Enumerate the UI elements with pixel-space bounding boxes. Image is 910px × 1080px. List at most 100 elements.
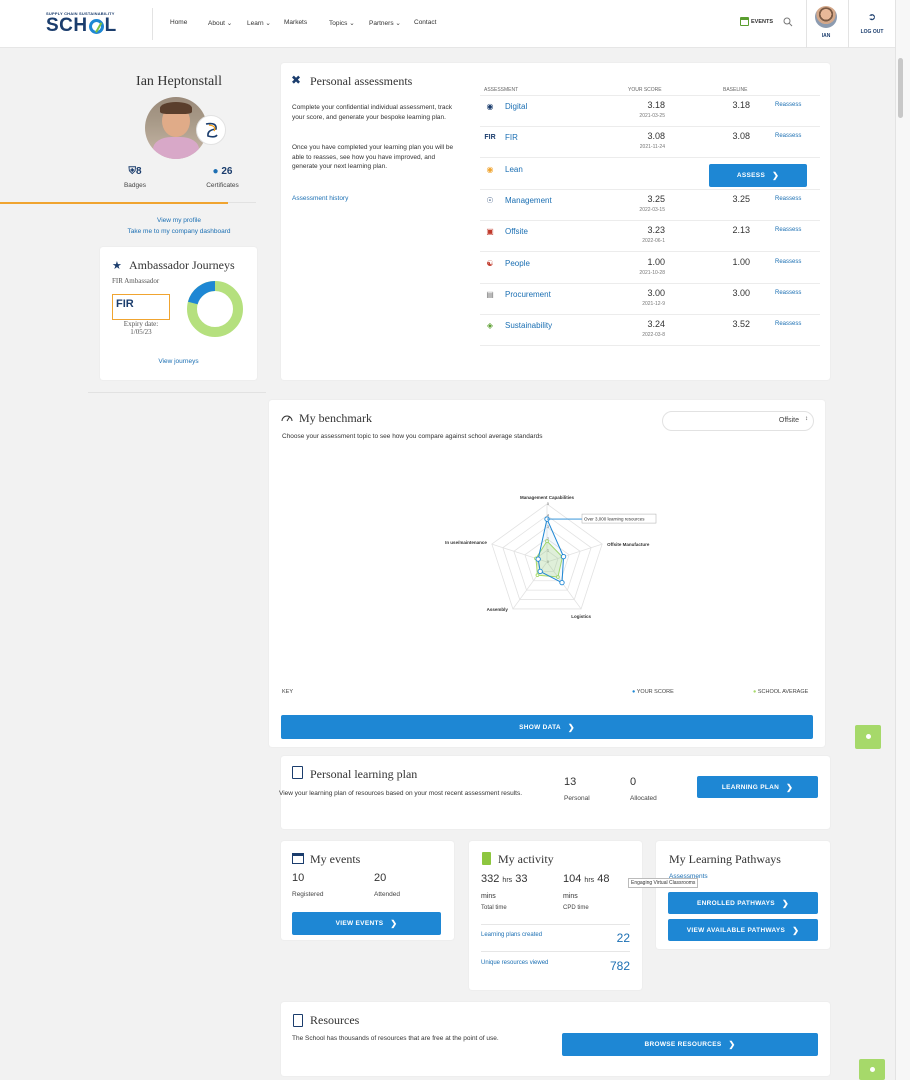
certificates-count: 26	[221, 166, 233, 177]
document-icon: ▤	[486, 289, 494, 299]
profile-divider	[228, 202, 256, 203]
reassess-link[interactable]: Reassess	[775, 321, 801, 327]
floating-help-button-bottom[interactable]	[859, 1059, 885, 1080]
assessment-name[interactable]: Sustainability	[505, 321, 552, 330]
assessment-name[interactable]: Digital	[505, 102, 527, 111]
resources-title: Resources	[310, 1013, 360, 1027]
reassess-link[interactable]: Reassess	[775, 102, 801, 108]
scrollbar-thumb[interactable]	[898, 58, 903, 118]
lean-icon: ◉	[486, 164, 494, 174]
unique-resources-label[interactable]: Unique resources viewed	[481, 960, 548, 966]
legend-school-average-dot: ●	[753, 689, 757, 695]
profile-badge-logo-icon	[196, 115, 226, 145]
available-pathways-button[interactable]: VIEW AVAILABLE PATHWAYS ❯	[668, 919, 818, 941]
activity-divider-2	[481, 951, 630, 952]
assessment-date: 2022-03-8	[642, 332, 665, 339]
site-header: SUPPLY CHAIN SUSTAINABILITY SCH L Home A…	[0, 0, 895, 48]
assessments-desc1: Complete your confidential individual as…	[292, 104, 453, 121]
topic-select-value: Offsite	[778, 417, 799, 424]
reassess-link[interactable]: Reassess	[775, 133, 801, 139]
view-journeys-link[interactable]: View journeys	[100, 358, 257, 365]
assess-button[interactable]: ASSESS ❯	[709, 164, 807, 187]
plans-created-label[interactable]: Learning plans created	[481, 932, 542, 938]
nav-partners[interactable]: Partners ⌄	[369, 19, 401, 27]
events-label: EVENTS	[751, 18, 774, 25]
assessment-name[interactable]: People	[505, 259, 530, 268]
certificate-icon: ●	[212, 166, 219, 177]
nav-topics[interactable]: Topics ⌄	[329, 19, 355, 27]
view-profile-link[interactable]: View my profile	[100, 217, 258, 224]
company-dashboard-link[interactable]: Take me to my company dashboard	[100, 228, 258, 235]
view-events-button[interactable]: VIEW EVENTS ❯	[292, 912, 441, 935]
reassess-link[interactable]: Reassess	[775, 196, 801, 202]
reassess-link[interactable]: Reassess	[775, 290, 801, 296]
legend-school-average: ● SCHOOL AVERAGE	[753, 689, 808, 695]
site-logo[interactable]: SUPPLY CHAIN SUSTAINABILITY SCH L	[46, 11, 136, 39]
your-score-point	[560, 553, 567, 560]
assessment-baseline: 3.08	[732, 131, 750, 142]
profile-name: Ian Heptonstall	[136, 74, 222, 89]
nav-about[interactable]: About ⌄	[208, 19, 232, 27]
your-score-point	[535, 556, 541, 562]
expiry-date: 1/05/23	[130, 328, 152, 336]
shield-icon: ⛨	[128, 166, 136, 177]
assessment-date: 2021-11-24	[639, 144, 665, 151]
assessment-score: 1.00	[647, 256, 665, 267]
assessment-name[interactable]: Procurement	[505, 290, 551, 299]
your-score-point	[537, 568, 543, 575]
assessment-name[interactable]: Lean	[505, 165, 523, 174]
floating-help-button[interactable]	[855, 725, 881, 749]
allocated-label: Allocated	[630, 795, 657, 802]
legend-your-score: ● YOUR SCORE	[632, 689, 674, 695]
sidebar-divider	[88, 392, 266, 393]
nav-home[interactable]: Home	[170, 19, 187, 26]
events-card: My events 10 Registered 20 Attended VIEW…	[281, 841, 454, 940]
cpd-time-label: CPD time	[563, 905, 589, 911]
reassess-link[interactable]: Reassess	[775, 259, 801, 265]
events-link[interactable]: EVENTS	[740, 17, 773, 26]
phone-icon	[482, 852, 491, 865]
nav-markets[interactable]: Markets	[284, 19, 307, 26]
radar-axis-label: In use/maintenance	[445, 540, 487, 545]
pathway-tooltip: Engaging Virtual Classrooms	[628, 878, 699, 888]
ambassador-icon: ★	[112, 260, 122, 272]
legend-school-average-label: SCHOOL AVERAGE	[757, 689, 809, 695]
attended-label: Attended	[374, 891, 401, 898]
page-scrollbar[interactable]	[895, 0, 910, 1080]
show-data-button[interactable]: SHOW DATA ❯	[281, 715, 813, 739]
nav-contact[interactable]: Contact	[414, 19, 436, 26]
assessment-history-link[interactable]: Assessment history	[292, 195, 348, 202]
learning-plan-button[interactable]: LEARNING PLAN ❯	[697, 776, 818, 798]
assessment-date: 2021-03-25	[639, 113, 665, 119]
nav-learn[interactable]: Learn ⌄	[247, 19, 271, 27]
assessment-row-digital: ◉ Digital 3.18 2021-03-25 3.18 Reassess	[480, 96, 820, 127]
user-menu[interactable]: IAN	[812, 6, 840, 42]
leaf-icon: ◈	[486, 321, 494, 331]
certificates-stat[interactable]: ● 26 Certificates	[195, 166, 250, 189]
calendar-grid-icon	[292, 853, 304, 864]
badges-stat[interactable]: ⛨8 Badges	[110, 166, 160, 189]
radar-axis-label: Management Capabilities	[520, 495, 575, 500]
enrolled-pathways-button[interactable]: ENROLLED PATHWAYS ❯	[668, 892, 818, 914]
benchmark-title: My benchmark	[299, 411, 372, 425]
journey-progress-ring	[186, 280, 244, 338]
person-icon: ☉	[486, 195, 494, 205]
reassess-link[interactable]: Reassess	[775, 227, 801, 233]
benchmark-desc: Choose your assessment topic to see how …	[282, 433, 543, 440]
header-divider	[152, 8, 153, 40]
assessment-date: 2021-12-9	[642, 300, 665, 307]
assessment-name[interactable]: Management	[505, 196, 552, 205]
logout-button[interactable]: ➲ LOG OUT	[853, 12, 891, 35]
mins-unit: mins	[481, 893, 496, 900]
browse-resources-button[interactable]: BROWSE RESOURCES ❯	[562, 1033, 818, 1056]
fir-logo: FIR	[112, 294, 170, 320]
assessment-baseline: 1.00	[732, 256, 750, 267]
assessment-name[interactable]: Offsite	[505, 227, 528, 236]
assessment-name[interactable]: FIR	[505, 133, 518, 142]
legend-your-score-dot: ●	[632, 689, 636, 695]
logo-text-end: L	[104, 15, 117, 36]
search-icon[interactable]	[783, 17, 793, 29]
book-icon	[293, 1014, 303, 1027]
topic-select[interactable]: Offsite ↕	[662, 411, 814, 431]
logo-text: SCH	[46, 15, 88, 36]
